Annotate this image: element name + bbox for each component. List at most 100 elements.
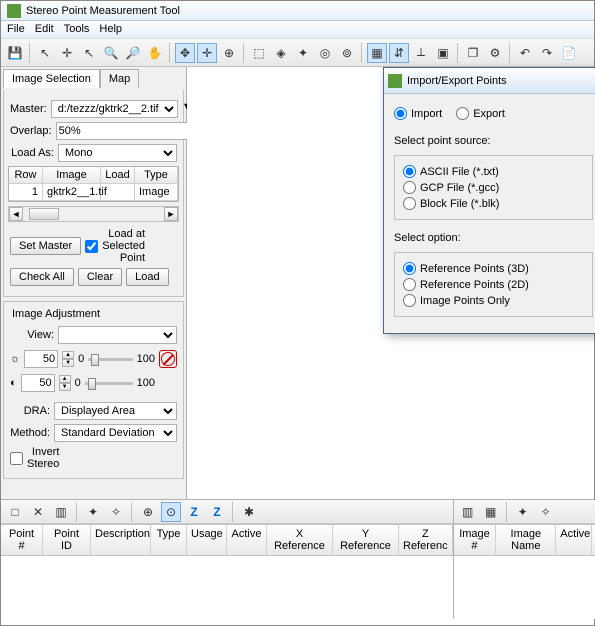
contrast-value[interactable]: 50 <box>21 374 55 392</box>
master-label: Master: <box>10 103 47 115</box>
point-a-icon[interactable]: ⬚ <box>249 43 269 63</box>
bt-icon-7[interactable]: ⊙ <box>161 502 181 522</box>
br-icon-3[interactable]: ✦ <box>513 502 533 522</box>
import-radio[interactable]: Import <box>394 107 442 120</box>
table-row[interactable]: 1 gktrk2__1.tif Image <box>9 184 178 201</box>
brightness-value[interactable]: 50 <box>24 350 58 368</box>
col-usage[interactable]: Usage <box>187 525 227 555</box>
contrast-slider[interactable] <box>85 382 133 385</box>
br-icon-1[interactable]: ▥ <box>458 502 478 522</box>
pointer-icon[interactable]: ↖ <box>35 43 55 63</box>
col-imgname[interactable]: Image Name <box>496 525 556 555</box>
menu-edit[interactable]: Edit <box>35 23 54 36</box>
brightness-spin[interactable]: ▲▼ <box>62 351 74 367</box>
method-select[interactable]: Standard Deviation <box>54 424 177 442</box>
col-row[interactable]: Row <box>9 167 43 184</box>
zoom-in-icon[interactable]: 🔍 <box>101 43 121 63</box>
bt-icon-4[interactable]: ✦ <box>83 502 103 522</box>
angles-icon[interactable]: ⟂ <box>411 43 431 63</box>
br-icon-4[interactable]: ✧ <box>536 502 556 522</box>
window-icon[interactable]: ▣ <box>433 43 453 63</box>
master-select[interactable]: d:/tezzz/gktrk2__2.tif <box>51 100 178 118</box>
point-d-icon[interactable]: ◎ <box>315 43 335 63</box>
col-yref[interactable]: Y Reference <box>333 525 399 555</box>
images-grid-body[interactable] <box>454 555 595 619</box>
check-all-button[interactable]: Check All <box>10 268 74 286</box>
undo-icon[interactable]: ↶ <box>515 43 535 63</box>
dra-select[interactable]: Displayed Area <box>54 402 177 420</box>
pan-icon[interactable]: ✋ <box>145 43 165 63</box>
config-icon[interactable]: ⚙ <box>485 43 505 63</box>
points-grid-body[interactable] <box>1 555 453 619</box>
layers-icon[interactable]: ❐ <box>463 43 483 63</box>
menu-help[interactable]: Help <box>99 23 122 36</box>
imgonly-radio[interactable]: Image Points Only <box>403 294 584 307</box>
col-load[interactable]: Load <box>101 167 135 184</box>
target-icon[interactable]: ⊕ <box>219 43 239 63</box>
view-select[interactable] <box>58 326 177 344</box>
col-zref[interactable]: Z Referenc <box>399 525 453 555</box>
col-imgnum[interactable]: Image # <box>454 525 497 555</box>
reset-button[interactable] <box>159 350 177 368</box>
bt-icon-5[interactable]: ✧ <box>106 502 126 522</box>
clear-button[interactable]: Clear <box>78 268 122 286</box>
load-button[interactable]: Load <box>126 268 168 286</box>
col-ptype[interactable]: Type <box>151 525 187 555</box>
point-e-icon[interactable]: ⊚ <box>337 43 357 63</box>
col-desc[interactable]: Description <box>91 525 151 555</box>
bt-z2-icon[interactable]: Z <box>207 502 227 522</box>
col-image[interactable]: Image <box>43 167 101 184</box>
menu-file[interactable]: File <box>7 23 25 36</box>
tab-image-selection[interactable]: Image Selection <box>3 69 100 88</box>
invert-stereo-checkbox[interactable]: Invert Stereo <box>10 446 54 470</box>
scroll-thumb[interactable] <box>29 208 59 220</box>
col-pointid[interactable]: Point ID <box>43 525 91 555</box>
contrast-spin[interactable]: ▲▼ <box>59 375 71 391</box>
redo-icon[interactable]: ↷ <box>537 43 557 63</box>
point-c-icon[interactable]: ✦ <box>293 43 313 63</box>
load-at-selected-checkbox[interactable]: Load at Selected Point <box>85 228 129 264</box>
col-xref[interactable]: X Reference <box>267 525 333 555</box>
loadas-select[interactable]: Mono <box>58 144 177 162</box>
br-icon-2[interactable]: ▦ <box>481 502 501 522</box>
grid-icon[interactable]: ▦ <box>367 43 387 63</box>
bt-z1-icon[interactable]: Z <box>184 502 204 522</box>
crosshair-icon[interactable]: ✛ <box>197 43 217 63</box>
arrow-cursor-icon[interactable]: ↖ <box>79 43 99 63</box>
tab-map[interactable]: Map <box>100 69 139 88</box>
scroll-right-icon[interactable]: ► <box>164 207 178 221</box>
ref3d-radio[interactable]: Reference Points (3D) <box>403 262 584 275</box>
brightness-slider[interactable] <box>88 358 132 361</box>
doc-icon[interactable]: 📄 <box>559 43 579 63</box>
titlebar: Stereo Point Measurement Tool <box>1 1 594 21</box>
bt-icon-1[interactable]: □ <box>5 502 25 522</box>
reset-icon <box>161 352 175 366</box>
col-active[interactable]: Active <box>227 525 267 555</box>
overlap-input[interactable] <box>56 122 204 140</box>
move-icon[interactable]: ✥ <box>175 43 195 63</box>
zoom-out-icon[interactable]: 🔎 <box>123 43 143 63</box>
point-b-icon[interactable]: ◈ <box>271 43 291 63</box>
ascii-radio[interactable]: ASCII File (*.txt) <box>403 165 584 178</box>
image-grid[interactable]: Row Image Load Type 1 gktrk2__1.tif Imag… <box>8 166 179 202</box>
bt-icon-6[interactable]: ⊕ <box>138 502 158 522</box>
export-radio[interactable]: Export <box>456 107 505 120</box>
col-type[interactable]: Type <box>135 167 178 184</box>
set-master-button[interactable]: Set Master <box>10 237 81 255</box>
bt-icon-2[interactable]: ✕ <box>28 502 48 522</box>
ruler-icon[interactable]: ⇵ <box>389 43 409 63</box>
viewport[interactable]: Import/Export Points X Import Export Sel… <box>187 67 594 499</box>
grid-hscroll[interactable]: ◄ ► <box>8 206 179 222</box>
block-radio[interactable]: Block File (*.blk) <box>403 197 584 210</box>
menu-tools[interactable]: Tools <box>64 23 90 36</box>
arrow-plus-icon[interactable]: ✛ <box>57 43 77 63</box>
col-pointnum[interactable]: Point # <box>1 525 43 555</box>
bt-icon-3[interactable]: ▥ <box>51 502 71 522</box>
col-imgactive[interactable]: Active <box>556 525 592 555</box>
ref2d-radio[interactable]: Reference Points (2D) <box>403 278 584 291</box>
gcp-radio[interactable]: GCP File (*.gcc) <box>403 181 584 194</box>
dialog-titlebar[interactable]: Import/Export Points X <box>384 68 595 94</box>
scroll-left-icon[interactable]: ◄ <box>9 207 23 221</box>
bt-icon-8[interactable]: ✱ <box>239 502 259 522</box>
save-icon[interactable]: 💾 <box>5 43 25 63</box>
